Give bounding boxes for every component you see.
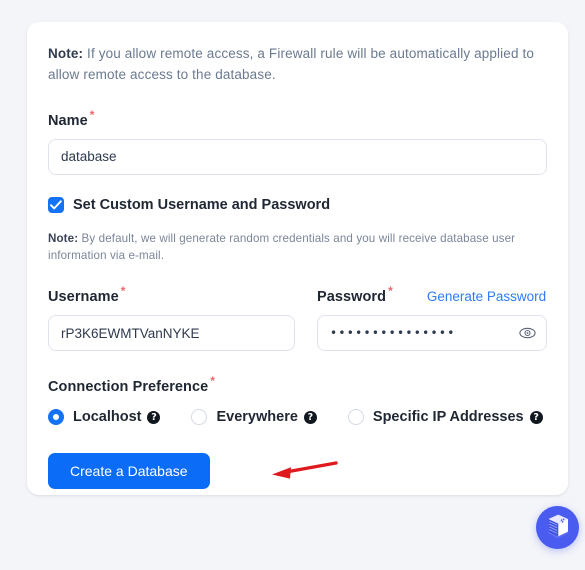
connection-preference-label-text: Connection Preference — [48, 379, 209, 396]
page-root: Note: If you allow remote access, a Fire… — [0, 0, 585, 570]
credentials-note: Note: By default, we will generate rando… — [48, 230, 547, 265]
eye-icon — [518, 328, 536, 339]
localhost-help-icon[interactable]: ? — [147, 410, 161, 424]
password-label: Password * — [317, 284, 393, 305]
password-input-wrapper — [317, 315, 547, 352]
toggle-password-visibility-button[interactable] — [518, 324, 536, 342]
set-custom-credentials-checkbox[interactable] — [48, 196, 64, 213]
username-input-wrapper — [48, 315, 295, 352]
password-label-row: Password * Generate Password — [317, 284, 547, 305]
connection-preference-required-asterisk: * — [210, 374, 216, 389]
name-input-wrapper — [48, 138, 547, 175]
column-spacer — [295, 284, 317, 351]
password-required-asterisk: * — [388, 284, 393, 299]
cube-widget-button[interactable] — [536, 506, 579, 549]
set-custom-credentials-label: Set Custom Username and Password — [73, 196, 331, 213]
create-database-button[interactable]: Create a Database — [48, 453, 210, 490]
credentials-note-text: By default, we will generate random cred… — [48, 231, 516, 263]
create-database-card: Note: If you allow remote access, a Fire… — [27, 22, 568, 495]
red-arrow-annotation — [272, 461, 338, 479]
name-input[interactable] — [48, 138, 547, 175]
radio-option-localhost[interactable]: Localhost ? — [48, 409, 161, 426]
connection-preference-radio-group: Localhost ? Everywhere ? Specific IP Add… — [48, 409, 547, 426]
cube-box-icon — [547, 514, 568, 539]
remote-access-note-text: If you allow remote access, a Firewall r… — [48, 46, 535, 82]
connection-preference-label: Connection Preference * — [48, 374, 547, 395]
radio-specific-ip-control[interactable] — [347, 409, 364, 426]
credentials-row: Username* Password* Generate Password — [48, 284, 547, 352]
password-column: Password * Generate Password — [317, 284, 547, 352]
radio-localhost-label: Localhost — [73, 409, 142, 426]
name-label-text: Name — [48, 112, 88, 129]
remote-access-note-label: Note: — [48, 46, 84, 61]
submit-row: Create a Database — [48, 453, 547, 490]
remote-access-note: Note: If you allow remote access, a Fire… — [48, 44, 547, 86]
radio-localhost-control[interactable] — [48, 409, 64, 426]
credentials-note-label: Note: — [48, 231, 79, 245]
radio-specific-ip-label: Specific IP Addresses — [372, 409, 524, 426]
username-input[interactable] — [48, 315, 295, 352]
radio-everywhere-label: Everywhere — [216, 409, 298, 426]
username-column: Username * — [48, 284, 295, 352]
name-required-asterisk: * — [89, 107, 95, 122]
check-icon — [50, 200, 62, 210]
radio-option-specific-ip[interactable]: Specific IP Addresses ? — [347, 409, 543, 426]
generate-password-link[interactable]: Generate Password — [427, 289, 546, 304]
everywhere-help-icon[interactable]: ? — [303, 410, 317, 424]
password-label-text: Password — [317, 289, 387, 306]
username-label-text: Username — [48, 289, 119, 306]
username-required-asterisk: * — [120, 284, 126, 299]
set-custom-credentials-row[interactable]: Set Custom Username and Password — [48, 196, 547, 213]
radio-option-everywhere[interactable]: Everywhere ? — [191, 409, 317, 426]
specific-ip-help-icon[interactable]: ? — [529, 410, 543, 424]
name-label: Name * — [48, 108, 547, 129]
radio-everywhere-control[interactable] — [191, 409, 208, 426]
username-label: Username * — [48, 284, 295, 305]
password-input[interactable] — [317, 315, 547, 352]
